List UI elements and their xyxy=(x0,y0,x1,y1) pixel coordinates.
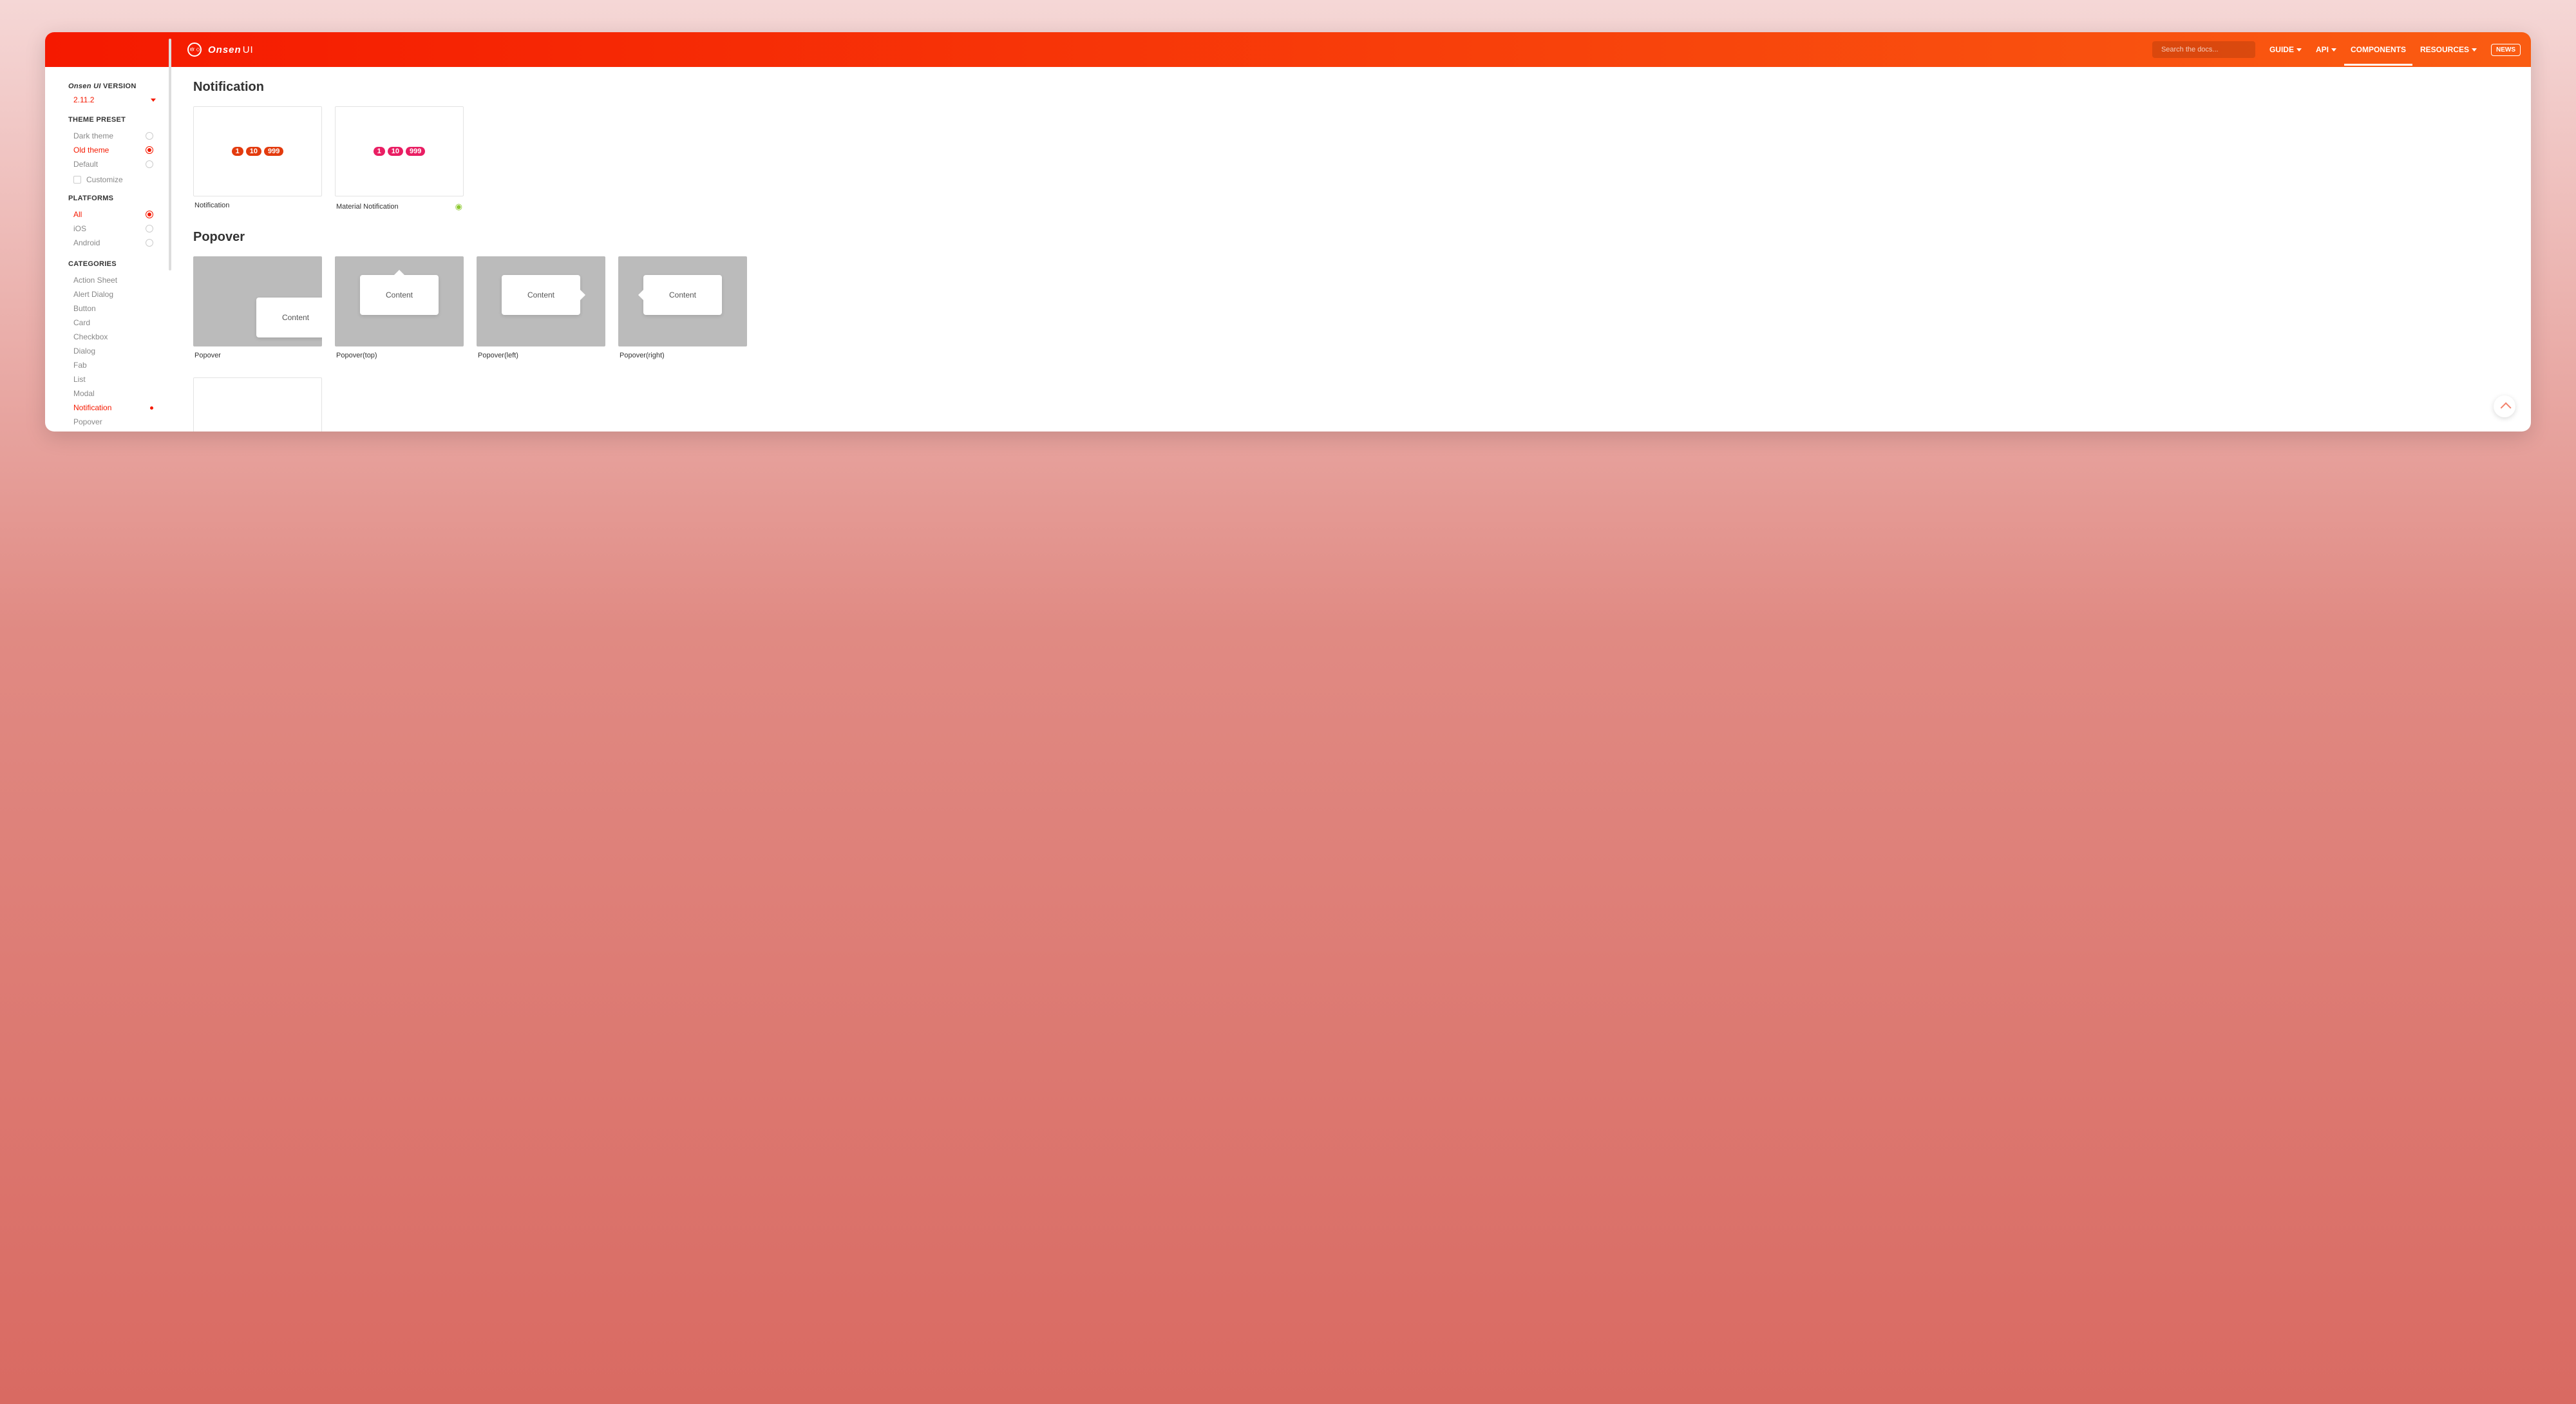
card-preview: Content xyxy=(618,256,747,346)
card-preview: Content xyxy=(477,256,605,346)
sidebar-scrollbar[interactable] xyxy=(169,39,171,270)
card-material-notification[interactable]: 1 10 999 Material Notification ◉ xyxy=(335,106,464,212)
card-label: Popover xyxy=(193,346,322,359)
section-notification-title: Notification xyxy=(193,80,2505,95)
cat-modal[interactable]: Modal xyxy=(73,386,156,401)
cat-popover[interactable]: Popover xyxy=(73,415,156,429)
popover-demo: Content xyxy=(643,275,722,315)
version-select[interactable]: 2.11.2 xyxy=(73,95,156,104)
radio-icon xyxy=(146,225,153,232)
app-header: OnsenUI GUIDE API COMPONENTS RESOURCES N… xyxy=(45,32,2531,67)
radio-icon xyxy=(146,132,153,140)
chevron-down-icon xyxy=(2297,48,2302,52)
sidebar: Onsen UI VERSION 2.11.2 THEME PRESET Dar… xyxy=(45,67,167,432)
badge-row: 1 10 999 xyxy=(232,147,284,156)
platform-all[interactable]: All xyxy=(73,207,156,222)
radio-icon xyxy=(146,146,153,154)
popover-demo: Content xyxy=(256,298,322,337)
cat-checkbox[interactable]: Checkbox xyxy=(73,330,156,344)
radio-icon xyxy=(146,211,153,218)
cat-progress-bar[interactable]: Progress Bar xyxy=(73,429,156,432)
platforms-title: PLATFORMS xyxy=(68,194,156,202)
theme-dark[interactable]: Dark theme xyxy=(73,129,156,143)
top-nav: GUIDE API COMPONENTS RESOURCES NEWS xyxy=(2269,44,2521,56)
card-popover-right[interactable]: Content Popover(right) xyxy=(618,256,747,359)
card-label: Popover(left) xyxy=(477,346,605,359)
popover-grid-row2: Content xyxy=(193,377,2505,432)
section-popover-title: Popover xyxy=(193,230,2505,245)
notification-badge: 10 xyxy=(388,147,403,156)
popover-arrow-icon xyxy=(638,290,643,300)
search-box[interactable] xyxy=(2152,41,2255,58)
android-icon: ◉ xyxy=(455,202,462,212)
card-notification[interactable]: 1 10 999 Notification xyxy=(193,106,322,212)
platform-ios[interactable]: iOS xyxy=(73,222,156,236)
search-input[interactable] xyxy=(2161,46,2253,53)
notification-badge: 999 xyxy=(406,147,425,156)
theme-old[interactable]: Old theme xyxy=(73,143,156,157)
app-body: Onsen UI VERSION 2.11.2 THEME PRESET Dar… xyxy=(45,67,2531,432)
card-preview: Content xyxy=(193,377,322,432)
card-preview: 1 10 999 xyxy=(193,106,322,196)
cat-action-sheet[interactable]: Action Sheet xyxy=(73,273,156,287)
notification-badge: 999 xyxy=(264,147,283,156)
nav-guide[interactable]: GUIDE xyxy=(2269,45,2302,54)
notification-grid: 1 10 999 Notification 1 10 xyxy=(193,106,2505,212)
popover-grid: Content Popover Content Popover(top) Con… xyxy=(193,256,2505,359)
cat-dialog[interactable]: Dialog xyxy=(73,344,156,358)
card-label: Popover(right) xyxy=(618,346,747,359)
news-badge[interactable]: NEWS xyxy=(2491,44,2521,56)
main-content: Notification 1 10 999 Notification xyxy=(167,67,2531,432)
app-window: OnsenUI GUIDE API COMPONENTS RESOURCES N… xyxy=(45,32,2531,432)
nav-api[interactable]: API xyxy=(2316,45,2336,54)
version-title: Onsen UI VERSION xyxy=(68,82,156,90)
cat-button[interactable]: Button xyxy=(73,301,156,316)
cat-card[interactable]: Card xyxy=(73,316,156,330)
cat-list[interactable]: List xyxy=(73,372,156,386)
notification-badge: 10 xyxy=(246,147,261,156)
card-label: Popover(top) xyxy=(335,346,464,359)
notification-badge: 1 xyxy=(374,147,385,156)
notification-badge: 1 xyxy=(232,147,243,156)
categories-title: CATEGORIES xyxy=(68,260,156,268)
card-preview: Content xyxy=(335,256,464,346)
badge-row: 1 10 999 xyxy=(374,147,426,156)
chevron-down-icon xyxy=(2472,48,2477,52)
chevron-down-icon xyxy=(151,99,156,102)
popover-arrow-icon xyxy=(394,270,404,275)
onsen-logo-icon xyxy=(187,43,202,57)
popover-arrow-icon xyxy=(580,290,585,300)
card-popover-bottom[interactable]: Content xyxy=(193,377,322,432)
platform-android[interactable]: Android xyxy=(73,236,156,250)
logo-text: OnsenUI xyxy=(208,44,254,55)
popover-demo: Content xyxy=(502,275,580,315)
nav-resources[interactable]: RESOURCES xyxy=(2420,45,2477,54)
card-popover-left[interactable]: Content Popover(left) xyxy=(477,256,605,359)
chevron-down-icon xyxy=(2331,48,2336,52)
popover-demo: Content xyxy=(360,275,439,315)
radio-icon xyxy=(146,160,153,168)
nav-components[interactable]: COMPONENTS xyxy=(2351,45,2406,54)
card-popover-top[interactable]: Content Popover(top) xyxy=(335,256,464,359)
logo[interactable]: OnsenUI xyxy=(187,43,254,57)
scroll-to-top-button[interactable] xyxy=(2494,395,2515,417)
cat-notification[interactable]: Notification xyxy=(73,401,156,415)
card-preview: 1 10 999 xyxy=(335,106,464,196)
card-preview: Content xyxy=(193,256,322,346)
theme-default[interactable]: Default xyxy=(73,157,156,171)
cat-alert-dialog[interactable]: Alert Dialog xyxy=(73,287,156,301)
theme-customize[interactable]: Customize xyxy=(73,175,156,184)
checkbox-icon xyxy=(73,176,81,184)
theme-title: THEME PRESET xyxy=(68,116,156,124)
card-popover[interactable]: Content Popover xyxy=(193,256,322,359)
card-label: Material Notification ◉ xyxy=(335,196,464,212)
card-label: Notification xyxy=(193,196,322,209)
radio-icon xyxy=(146,239,153,247)
cat-fab[interactable]: Fab xyxy=(73,358,156,372)
